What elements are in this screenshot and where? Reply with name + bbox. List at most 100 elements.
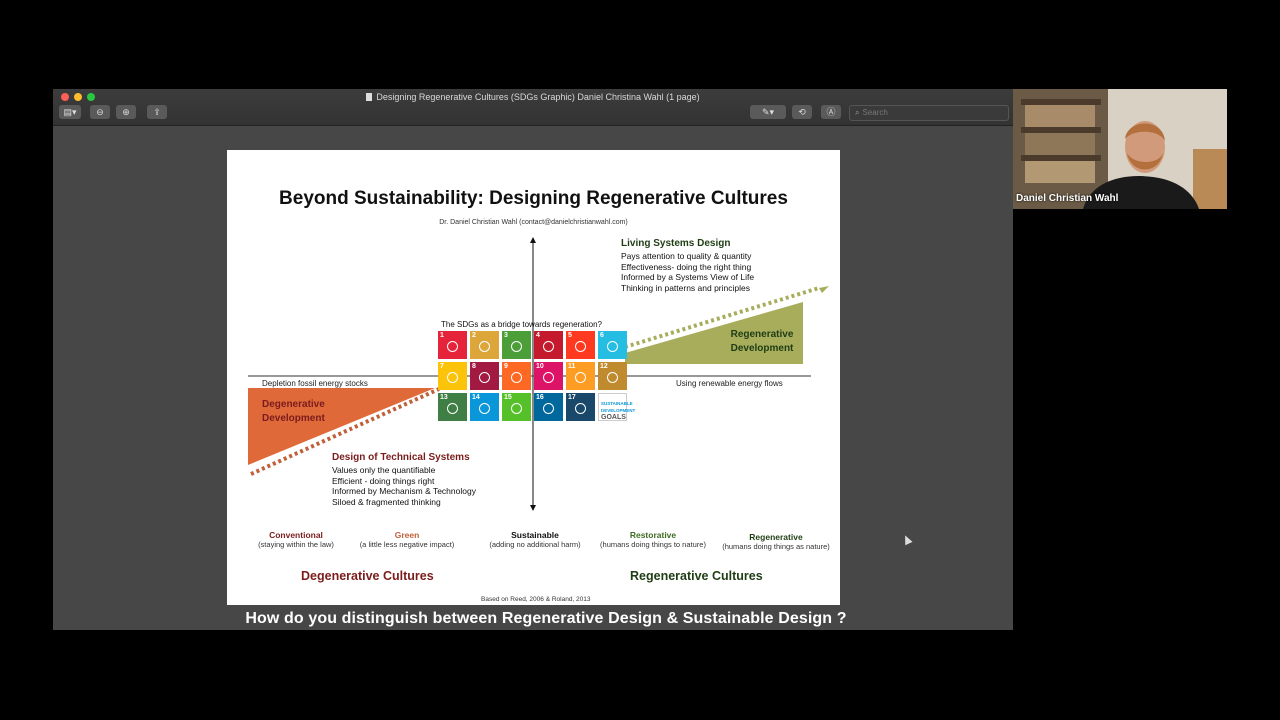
technical-line: Efficient - doing things right — [332, 475, 435, 486]
sdg-tile: 6 — [598, 331, 627, 359]
sidebar-toggle-button[interactable]: ▤▾ — [59, 105, 81, 119]
zoom-out-button[interactable]: ⊖ — [90, 105, 110, 119]
sdg-symbol-icon — [447, 372, 458, 383]
doc-title: Beyond Sustainability: Designing Regener… — [279, 188, 788, 209]
stage-label: Conventional — [269, 530, 323, 540]
degenerative-development-label: Degenerative Development — [262, 398, 325, 426]
fossil-energy-label: Depletion fossil energy stocks — [262, 379, 368, 388]
regenerative-development-label: Regenerative Development — [697, 328, 827, 356]
sdg-tile: 12 — [598, 362, 627, 390]
search-placeholder: Search — [862, 108, 888, 117]
technical-systems-list: Values only the quantifiable Efficient -… — [332, 465, 476, 507]
annotate-button[interactable]: Ⓐ — [821, 105, 841, 119]
stage-sub: (humans doing things to nature) — [600, 540, 706, 549]
sdg-symbol-icon — [543, 341, 554, 352]
sdg-tile: 10 — [534, 362, 563, 390]
sdg-tile: 9 — [502, 362, 531, 390]
sdg-tile: 1 — [438, 331, 467, 359]
technical-line: Siloed & fragmented thinking — [332, 496, 441, 507]
sdg-logo-text: SUSTAINABLE — [601, 401, 633, 406]
degen-dev-line: Degenerative — [262, 399, 325, 410]
stage-sub: (staying within the law) — [258, 540, 334, 549]
living-line: Effectiveness- doing the right thing — [621, 261, 752, 272]
sdg-symbol-icon — [447, 341, 458, 352]
video-frame — [1013, 89, 1227, 209]
sdg-symbol-icon — [575, 403, 586, 414]
stage-label: Restorative — [629, 530, 677, 540]
sdg-logo-text: GOALS — [601, 414, 626, 421]
renewable-energy-label: Using renewable energy flows — [676, 379, 783, 388]
degenerative-cultures-label: Degenerative Cultures — [301, 569, 434, 583]
regenerative-cultures-label: Regenerative Cultures — [630, 569, 763, 583]
sdg-symbol-icon — [575, 341, 586, 352]
zoom-in-button[interactable]: ⊕ — [116, 105, 136, 119]
sdg-tile: 8 — [470, 362, 499, 390]
sdg-tile: 15 — [502, 393, 531, 421]
living-line: Thinking in patterns and principles — [621, 282, 750, 293]
sdg-tile: 2 — [470, 331, 499, 359]
stage-regenerative: Regenerative (humans doing things as nat… — [713, 532, 839, 551]
doc-author: Dr. Daniel Christian Wahl (contact@danie… — [439, 219, 628, 226]
sdg-symbol-icon — [479, 341, 490, 352]
stage-label: Green — [394, 530, 420, 540]
stage-label: Sustainable — [511, 530, 559, 540]
living-systems-list: Pays attention to quality & quantity Eff… — [621, 251, 754, 293]
sdg-symbol-icon — [511, 341, 522, 352]
caption-subtitle: How do you distinguish between Regenerat… — [245, 610, 847, 627]
stage-sustainable: Sustainable (adding no additional harm) — [475, 530, 595, 549]
stage-sub: (a little less negative impact) — [359, 540, 455, 549]
stage-restorative: Restorative (humans doing things to natu… — [589, 530, 717, 549]
sdg-tile: 11 — [566, 362, 595, 390]
sdg-symbol-icon — [511, 403, 522, 414]
window-title: Designing Regenerative Cultures (SDGs Gr… — [53, 92, 1013, 102]
regenerative-arrowhead — [819, 286, 829, 293]
sdg-tile: 16 — [534, 393, 563, 421]
technical-line: Values only the quantifiable — [332, 465, 436, 475]
regen-dev-line: Regenerative — [730, 329, 794, 340]
technical-line: Informed by Mechanism & Technology — [332, 486, 476, 496]
participant-name: Daniel Christian Wahl — [1016, 193, 1119, 204]
degen-dev-line: Development — [262, 413, 325, 424]
sdg-tile: 14 — [470, 393, 499, 421]
sdg-symbol-icon — [447, 403, 458, 414]
sdg-tile: 17 — [566, 393, 595, 421]
regen-dev-line: Development — [730, 343, 794, 354]
sdg-symbol-icon — [479, 403, 490, 414]
sdg-logo-text: DEVELOPMENT — [601, 408, 636, 413]
stage-sub: (adding no additional harm) — [489, 540, 581, 549]
technical-systems-heading: Design of Technical Systems — [332, 452, 470, 463]
sdg-symbol-icon — [607, 341, 618, 352]
living-systems-heading: Living Systems Design — [621, 238, 731, 249]
living-line: Pays attention to quality & quantity — [621, 251, 752, 261]
sdg-symbol-icon — [543, 372, 554, 383]
doc-footer: Based on Reed, 2006 & Roland, 2013 — [481, 596, 591, 603]
markup-pen-button[interactable]: ✎▾ — [750, 105, 786, 119]
sdg-tile: 7 — [438, 362, 467, 390]
sdg-tile: 5 — [566, 331, 595, 359]
living-line: Informed by a Systems View of Life — [621, 272, 755, 282]
rotate-button[interactable]: ⟲ — [792, 105, 812, 119]
sdg-tile: 13 — [438, 393, 467, 421]
sdg-symbol-icon — [575, 372, 586, 383]
participant-video[interactable]: Daniel Christian Wahl — [1013, 89, 1227, 209]
title-bar: Designing Regenerative Cultures (SDGs Gr… — [53, 89, 1013, 126]
stage-green: Green (a little less negative impact) — [347, 530, 467, 549]
stage-conventional: Conventional (staying within the law) — [241, 530, 351, 549]
preview-window: Designing Regenerative Cultures (SDGs Gr… — [53, 89, 1013, 630]
sdg-tile: 4 — [534, 331, 563, 359]
window-title-text: Designing Regenerative Cultures (SDGs Gr… — [376, 92, 700, 102]
sdg-tile: 3 — [502, 331, 531, 359]
sdg-symbol-icon — [479, 372, 490, 383]
sdg-icon-grid: 1 2 3 4 5 6 7 8 9 10 11 12 13 14 15 16 17 SUSTAINABLE DEVE… — [438, 331, 636, 423]
share-button[interactable]: ⇪ — [147, 105, 167, 119]
sdg-symbol-icon — [511, 372, 522, 383]
stage-sub: (humans doing things as nature) — [722, 542, 830, 551]
pdf-page: Beyond Sustainability: Designing Regener… — [227, 150, 840, 605]
search-field[interactable]: ⌕ Search — [849, 105, 1009, 121]
sdg-symbol-icon — [543, 403, 554, 414]
sdg-symbol-icon — [607, 372, 618, 383]
stage-label: Regenerative — [749, 532, 803, 542]
document-icon — [366, 93, 373, 101]
sdg-bridge-question: The SDGs as a bridge towards regeneratio… — [441, 320, 602, 329]
sdg-logo-tile: SUSTAINABLE DEVELOPMENT GOALS — [598, 393, 636, 421]
